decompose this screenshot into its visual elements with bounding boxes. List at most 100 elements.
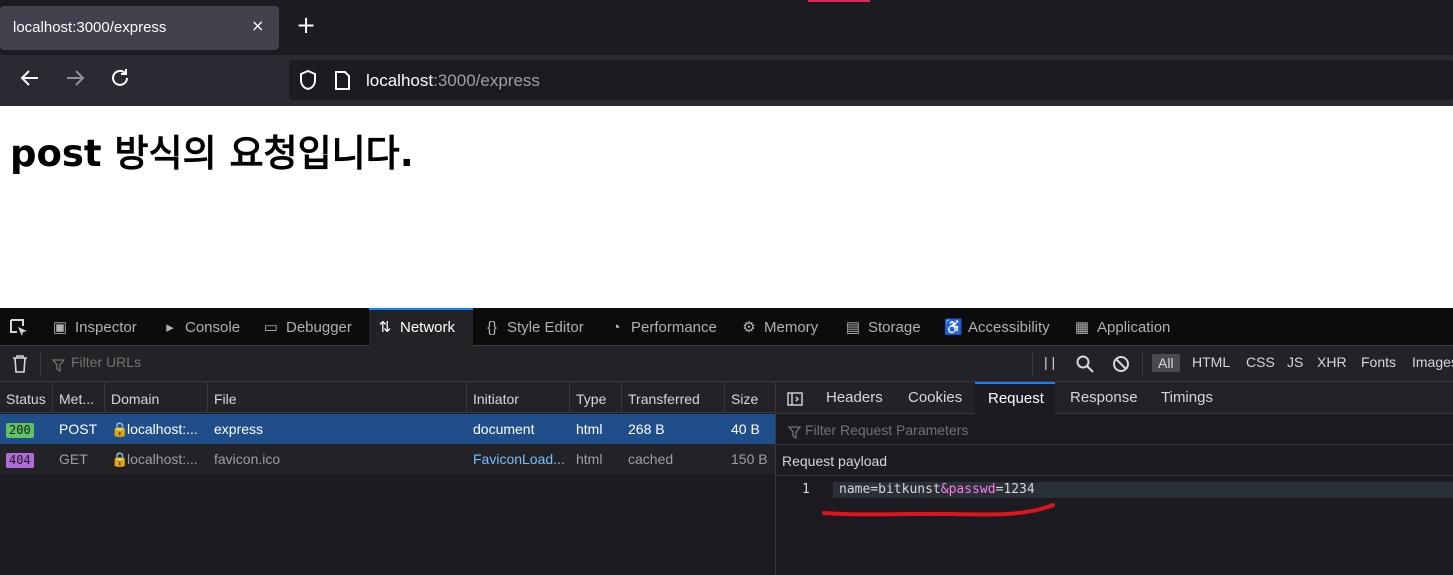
debugger-icon: ▭ [263, 319, 279, 336]
request-list: Status Met... Domain File Initiator Type… [0, 382, 775, 575]
accent-strip [808, 0, 870, 2]
size-cell: 150 B [731, 451, 768, 467]
tab-response[interactable]: Response [1070, 382, 1138, 414]
filter-params-bar: Filter Request Parameters [776, 414, 1453, 445]
application-icon: ▦ [1074, 319, 1090, 336]
tab-cookies[interactable]: Cookies [908, 382, 962, 414]
column-type[interactable]: Type [570, 382, 622, 413]
divider [1142, 352, 1143, 376]
tab-timings[interactable]: Timings [1161, 382, 1213, 414]
shield-icon[interactable] [298, 69, 318, 95]
filter-html-button[interactable]: HTML [1192, 354, 1230, 370]
pick-element-icon[interactable] [9, 318, 29, 342]
filter-css-button[interactable]: CSS [1246, 354, 1275, 370]
divider [1032, 352, 1033, 376]
lock-icon: 🔒 [111, 451, 129, 467]
tab-accessibility[interactable]: ♿ Accessibility [944, 308, 1050, 346]
filter-urls-input[interactable]: Filter URLs [71, 354, 141, 370]
reload-icon[interactable] [106, 67, 134, 95]
tab-performance[interactable]: ◔ Performance [607, 308, 717, 346]
pause-button[interactable]: | | [1044, 354, 1055, 370]
tab-console[interactable]: ▸ Console [161, 308, 240, 346]
column-size[interactable]: Size [725, 382, 775, 413]
trash-icon[interactable] [11, 354, 29, 378]
column-domain[interactable]: Domain [105, 382, 208, 413]
divider [40, 352, 41, 376]
initiator-cell: document [473, 421, 535, 437]
status-cell: 404 [0, 444, 53, 474]
domain-cell: 🔒localhost:... [105, 414, 208, 444]
domain-cell: 🔒localhost:... [105, 444, 208, 474]
details-tab-bar: Headers Cookies Request Response Timings [776, 382, 1453, 414]
type-cell: html [576, 451, 603, 467]
style-editor-icon: {} [486, 319, 498, 336]
column-status[interactable]: Status [0, 382, 53, 413]
red-underline-annotation [822, 503, 1055, 517]
method-cell: GET [59, 451, 88, 467]
domain-text: localhost:... [127, 421, 198, 437]
status-badge: 404 [6, 453, 34, 468]
address-bar[interactable]: localhost:3000/express [289, 60, 1453, 100]
tab-label: Accessibility [968, 319, 1050, 336]
filter-all-button[interactable]: All [1152, 354, 1180, 372]
file-cell: favicon.ico [214, 451, 281, 467]
tab-headers[interactable]: Headers [826, 382, 883, 414]
filter-fonts-button[interactable]: Fonts [1361, 354, 1396, 370]
payload-text: name=bitkunst&passwd=1234 [839, 482, 1035, 497]
tab-debugger[interactable]: ▭ Debugger [262, 308, 352, 346]
accessibility-icon: ♿ [944, 319, 963, 336]
inspector-icon: ▣ [52, 319, 68, 336]
storage-icon: ▤ [845, 319, 861, 336]
devtools-tab-bar: ▣ Inspector ▸ Console ▭ Debugger ⇅ Network {… [0, 308, 1453, 346]
url-text: localhost:3000/express [366, 71, 540, 91]
network-toolbar: Filter URLs | | All HTML CSS JS XHR Font… [0, 346, 1453, 382]
tab-label: Style Editor [507, 319, 584, 336]
tab-application[interactable]: ▦ Application [1073, 308, 1170, 346]
devtools-panel: ▣ Inspector ▸ Console ▭ Debugger ⇅ Network {… [0, 308, 1453, 575]
column-method[interactable]: Met... [53, 382, 105, 413]
page-heading: post 방식의 요청입니다. [10, 132, 414, 175]
page-icon[interactable] [334, 71, 351, 94]
payload-label: Request payload [782, 453, 888, 469]
table-row[interactable]: 200 POST 🔒localhost:... express document… [0, 414, 775, 444]
page-content: post 방식의 요청입니다. [0, 106, 1453, 308]
tab-strip: localhost:3000/express × + [0, 0, 1453, 55]
transferred-cell: cached [628, 451, 674, 467]
method-cell: POST [59, 421, 98, 437]
tab-label: Application [1097, 319, 1171, 336]
search-icon[interactable] [1076, 355, 1094, 377]
browser-tab[interactable]: localhost:3000/express × [0, 6, 279, 50]
tab-storage[interactable]: ▤ Storage [844, 308, 921, 346]
payload-amp: &passwd [940, 482, 996, 497]
filter-xhr-button[interactable]: XHR [1317, 354, 1347, 370]
tab-inspector[interactable]: ▣ Inspector [51, 308, 137, 346]
payload-code-line: 1 name=bitkunst&passwd=1234 [776, 482, 1453, 500]
memory-icon: ⚙ [742, 319, 756, 336]
column-file[interactable]: File [208, 382, 467, 413]
back-icon[interactable] [16, 67, 44, 95]
table-row[interactable]: 404 GET 🔒localhost:... favicon.ico Favic… [0, 444, 775, 474]
navigation-bar: localhost:3000/express [0, 55, 1453, 106]
filter-js-button[interactable]: JS [1287, 354, 1303, 370]
tab-network[interactable]: ⇅ Network [369, 308, 473, 346]
tab-label: Memory [764, 319, 819, 336]
tab-title: localhost:3000/express [13, 19, 167, 36]
toggle-panel-icon[interactable] [787, 391, 803, 410]
filter-params-input[interactable]: Filter Request Parameters [805, 422, 968, 438]
tab-memory[interactable]: ⚙ Memory [740, 308, 818, 346]
performance-icon: ◔ [611, 319, 621, 336]
new-tab-button[interactable]: + [296, 13, 316, 37]
filter-images-button[interactable]: Images [1412, 354, 1453, 370]
network-icon: ⇅ [378, 319, 392, 336]
tab-style-editor[interactable]: {} Style Editor [483, 308, 584, 346]
payload-rest: =1234 [995, 482, 1035, 497]
tab-request[interactable]: Request [975, 382, 1055, 414]
close-tab-icon[interactable]: × [251, 16, 264, 35]
tab-label: Inspector [75, 319, 137, 336]
tab-label: Performance [631, 319, 717, 336]
block-icon[interactable] [1112, 355, 1130, 377]
initiator-link[interactable]: FaviconLoad... [467, 444, 570, 474]
column-initiator[interactable]: Initiator [467, 382, 570, 413]
column-transferred[interactable]: Transferred [622, 382, 725, 413]
forward-icon[interactable] [61, 67, 89, 95]
